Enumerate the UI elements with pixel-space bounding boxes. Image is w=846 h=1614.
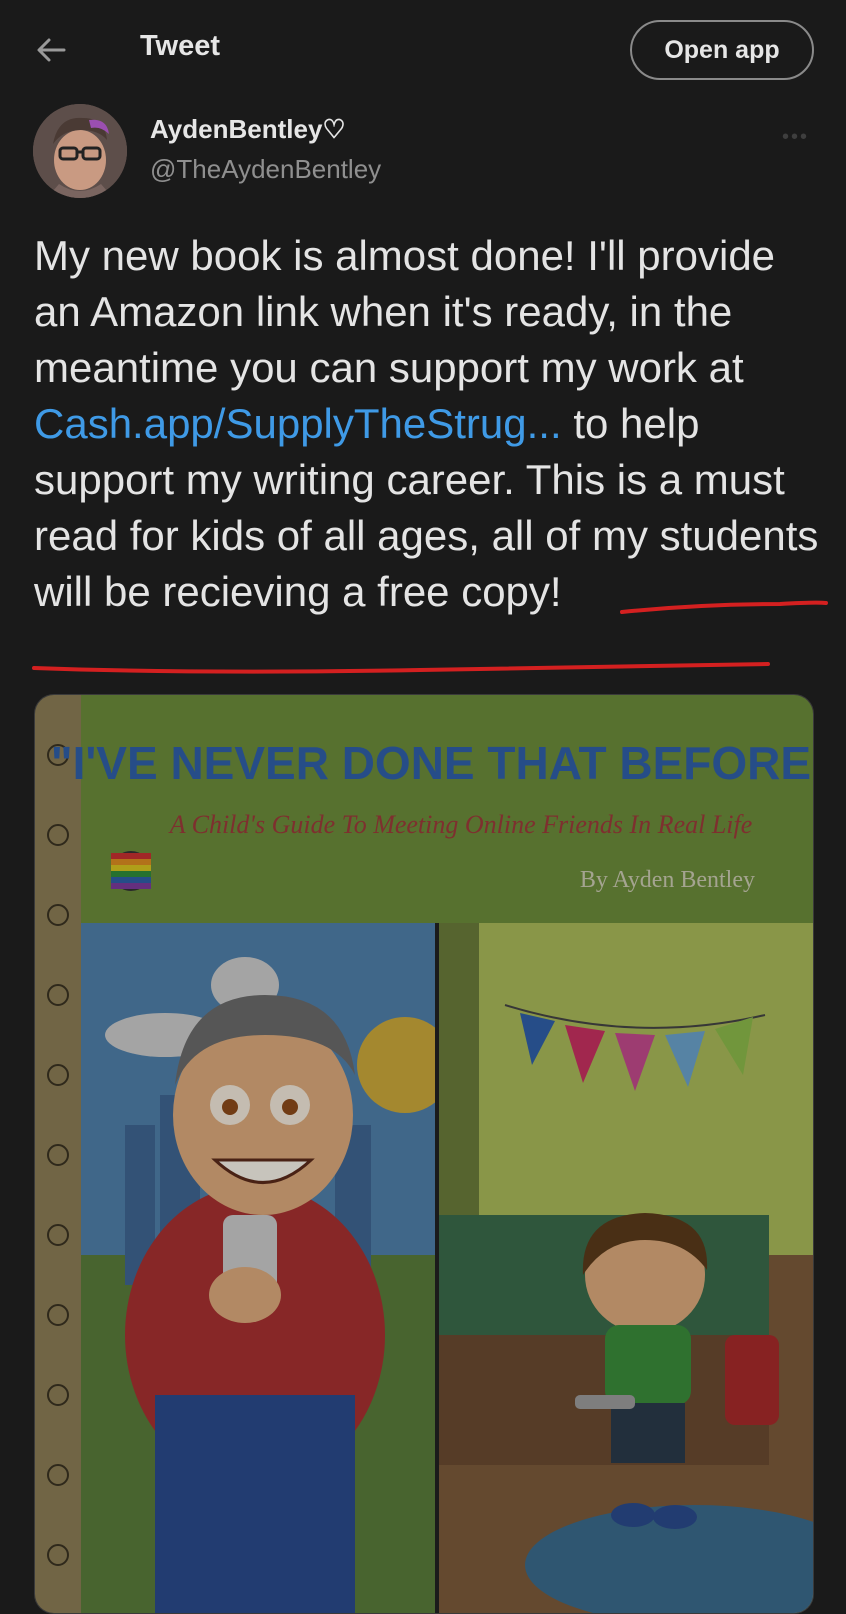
tweet-media-image[interactable]: "I'VE NEVER DONE THAT BEFORE..." A Child… bbox=[34, 694, 814, 1614]
avatar[interactable] bbox=[33, 104, 127, 198]
tweet-text-part: My new book is almost done! I'll provide… bbox=[34, 232, 776, 391]
tweet-text: My new book is almost done! I'll provide… bbox=[34, 228, 824, 620]
back-arrow-icon[interactable] bbox=[34, 33, 68, 67]
page-title: Tweet bbox=[140, 30, 221, 62]
author-display-name[interactable]: AydenBentley♡ bbox=[150, 114, 346, 145]
tweet-text-end: ! bbox=[549, 568, 562, 615]
author-handle[interactable]: @TheAydenBentley bbox=[150, 154, 381, 185]
more-options-icon[interactable]: ••• bbox=[782, 126, 809, 149]
open-app-button[interactable]: Open app bbox=[630, 20, 814, 80]
top-bar: Tweet Open app bbox=[0, 0, 846, 100]
tweet-link[interactable]: Cash.app/SupplyTheStrug... bbox=[34, 400, 562, 447]
